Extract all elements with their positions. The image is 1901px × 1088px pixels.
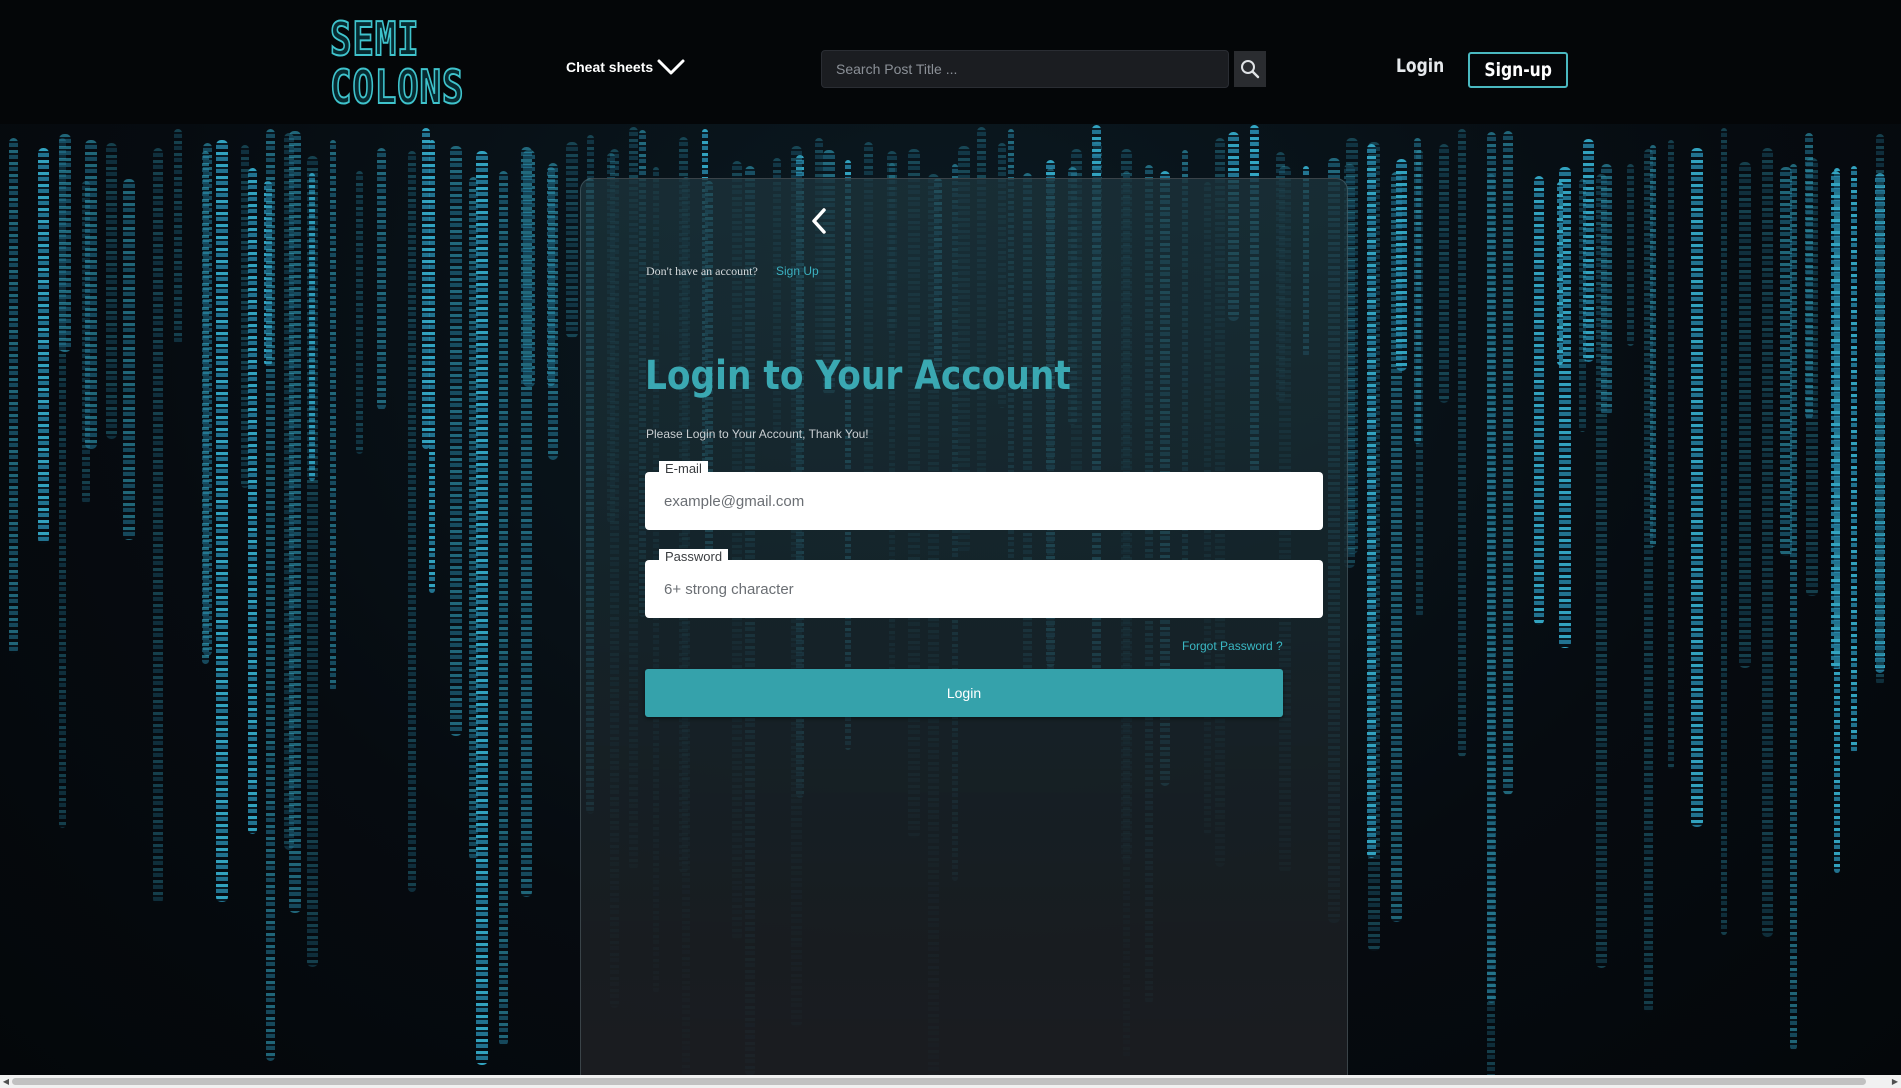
matrix-rain-column [1396, 159, 1407, 371]
password-field-group: Password [645, 549, 1323, 618]
scroll-left-icon[interactable]: ◀ [1, 1077, 11, 1087]
site-logo[interactable]: SEMI COLONS [329, 12, 465, 117]
matrix-rain-column [106, 143, 117, 439]
horizontal-scrollbar[interactable]: ◀ ▶ [0, 1075, 1901, 1088]
matrix-rain-column [38, 148, 49, 544]
matrix-rain-column [85, 140, 97, 449]
matrix-rain-column [248, 168, 257, 834]
matrix-rain-column [59, 134, 71, 352]
matrix-rain-column [284, 133, 294, 850]
matrix-rain-column [1851, 166, 1857, 753]
matrix-rain-column [377, 148, 386, 410]
login-button[interactable]: Login [645, 669, 1283, 717]
matrix-rain-column [356, 171, 363, 454]
matrix-rain-column [1762, 148, 1773, 937]
scrollbar-thumb[interactable] [12, 1078, 1866, 1085]
matrix-rain-column [566, 142, 578, 338]
matrix-rain-column [123, 179, 135, 540]
matrix-rain-column [153, 148, 163, 904]
page-title: Login to Your Account [645, 353, 1071, 399]
matrix-rain-column [1579, 179, 1586, 432]
email-field[interactable] [645, 472, 1323, 530]
scroll-right-icon[interactable]: ▶ [1890, 1077, 1900, 1087]
matrix-rain-column [1691, 148, 1703, 827]
matrix-rain-column [1831, 171, 1840, 669]
search-input[interactable] [821, 50, 1229, 88]
search-icon [1241, 60, 1260, 79]
matrix-rain-column [174, 129, 182, 345]
matrix-rain-column [476, 151, 488, 1065]
matrix-rain-column [1650, 145, 1656, 547]
matrix-rain-column [408, 151, 416, 892]
matrix-rain-column [1414, 138, 1421, 444]
forgot-password-link[interactable]: Forgot Password ? [1182, 639, 1283, 653]
matrix-rain-column [1487, 132, 1496, 1003]
matrix-rain-column [266, 129, 275, 1061]
matrix-rain-column [1367, 144, 1376, 858]
matrix-rain-column [548, 163, 558, 460]
matrix-rain-column [1458, 129, 1466, 757]
matrix-rain-column [241, 145, 249, 488]
back-button[interactable] [806, 206, 832, 236]
matrix-rain-column [1557, 182, 1563, 365]
nav-signup-label: Sign-up [1484, 59, 1552, 81]
matrix-rain-column [521, 147, 532, 897]
email-label: E-mail [659, 461, 708, 477]
matrix-rain-column [450, 146, 462, 736]
cheat-sheets-label: Cheat sheets [566, 59, 654, 75]
matrix-rain-column [499, 171, 508, 1046]
matrix-rain-column [1721, 128, 1727, 935]
matrix-rain-column [422, 128, 430, 449]
matrix-rain-column [1601, 164, 1612, 416]
login-card: Don't have an account? Sign Up Login to … [580, 178, 1348, 1088]
matrix-rain-column [1790, 164, 1797, 1050]
signup-link[interactable]: Sign Up [776, 264, 819, 278]
top-navbar: SEMI COLONS Cheat sheets Login Sign-up [0, 0, 1901, 124]
matrix-rain-column [1439, 144, 1449, 403]
nav-login-link[interactable]: Login [1396, 55, 1444, 77]
password-field[interactable] [645, 560, 1323, 618]
logo-line-1: SEMI [329, 12, 420, 66]
matrix-rain-column [1739, 162, 1751, 668]
matrix-rain-column [1503, 131, 1513, 795]
matrix-rain-column [1627, 164, 1634, 346]
email-field-group: E-mail [645, 461, 1323, 530]
matrix-rain-column [1805, 133, 1813, 419]
cheat-sheets-dropdown[interactable]: Cheat sheets [566, 58, 685, 76]
password-label: Password [659, 549, 729, 565]
matrix-rain-column [1876, 134, 1884, 685]
page-subtitle: Please Login to Your Account, Thank You! [646, 427, 869, 441]
chevron-left-icon [812, 208, 826, 234]
chevron-down-icon [657, 59, 685, 75]
matrix-rain-column [307, 156, 318, 967]
matrix-rain-column [330, 140, 336, 691]
matrix-rain-column [216, 140, 228, 902]
matrix-rain-column [1534, 176, 1544, 625]
search-button[interactable] [1234, 51, 1266, 87]
matrix-rain-column [1668, 140, 1674, 769]
matrix-rain-column [202, 151, 209, 664]
no-account-text: Don't have an account? [646, 264, 758, 278]
nav-signup-button[interactable]: Sign-up [1468, 52, 1568, 88]
matrix-rain-column [9, 138, 18, 654]
logo-line-2: COLONS [329, 60, 465, 114]
